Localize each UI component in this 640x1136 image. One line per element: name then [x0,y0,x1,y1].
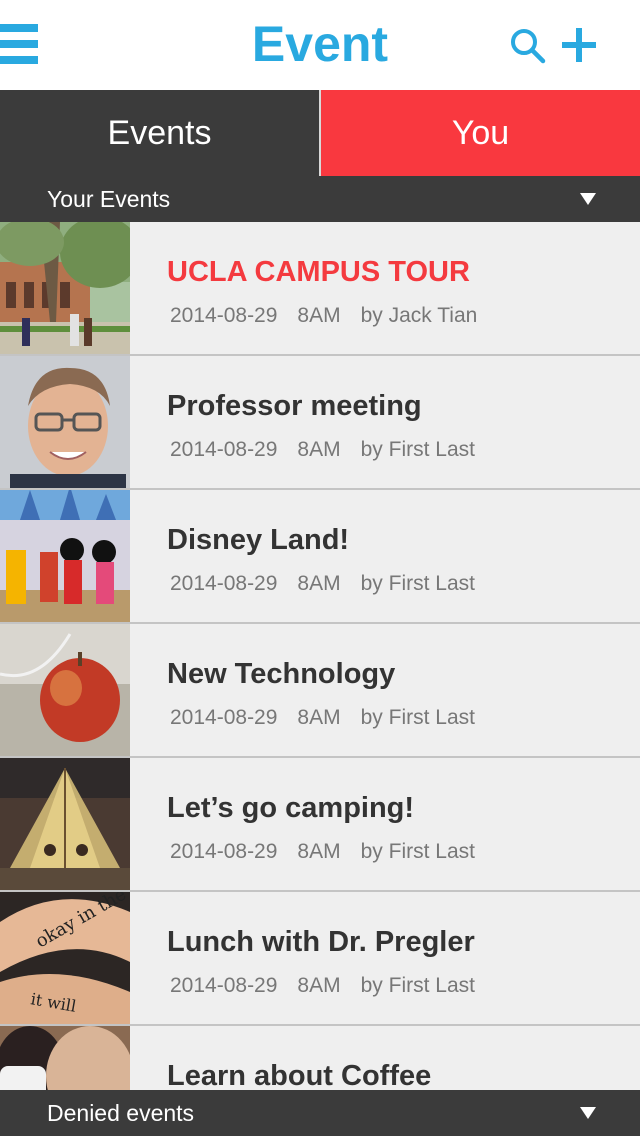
event-meta: 2014-08-29 8AM by First Last [170,840,495,864]
event-author: by First Last [360,974,475,997]
apple-photo-thumbnail [0,624,130,756]
event-meta: 2014-08-29 8AM by First Last [170,438,495,462]
campus-photo-thumbnail [0,222,130,354]
chevron-down-icon [580,1107,596,1119]
denied-events-label: Denied events [47,1100,195,1126]
event-item-ucla-campus-tour[interactable]: UCLA CAMPUS TOUR 2014-08-29 8AM by Jack Ti… [0,222,640,356]
event-time: 8AM [297,304,341,327]
header-bar: Event [0,0,640,90]
event-author: by First Last [360,706,475,729]
event-date: 2014-08-29 [170,438,278,461]
your-events-dropdown[interactable]: Your Events [0,176,640,222]
event-item-camping[interactable]: Let’s go camping! 2014-08-29 8AM by First … [0,758,640,892]
event-title: New Technology [167,658,396,690]
tab-you[interactable]: You [321,90,640,176]
tab-events[interactable]: Events [0,90,319,176]
event-title: Lunch with Dr. Pregler [167,926,475,958]
event-meta: 2014-08-29 8AM by First Last [170,974,495,998]
event-time: 8AM [297,840,341,863]
event-meta: 2014-08-29 8AM by First Last [170,572,495,596]
disney-photo-thumbnail [0,490,130,622]
event-item-learn-coffee[interactable]: Learn about Coffee [0,1026,640,1090]
your-events-label: Your Events [47,186,171,212]
hands-photo-thumbnail: okay in the it will [0,892,130,1024]
event-date: 2014-08-29 [170,706,278,729]
event-meta: 2014-08-29 8AM by Jack Tian [170,304,497,328]
event-time: 8AM [297,438,341,461]
event-author: by First Last [360,572,475,595]
event-title: Disney Land! [167,524,350,556]
event-meta: 2014-08-29 8AM by First Last [170,706,495,730]
coffee-photo-thumbnail [0,1026,130,1090]
event-time: 8AM [297,706,341,729]
event-time: 8AM [297,572,341,595]
event-title: Learn about Coffee [167,1060,432,1090]
event-time: 8AM [297,974,341,997]
event-item-disney-land[interactable]: Disney Land! 2014-08-29 8AM by First Last [0,490,640,624]
add-icon[interactable] [560,26,598,64]
denied-events-dropdown[interactable]: Denied events [0,1090,640,1136]
event-date: 2014-08-29 [170,840,278,863]
event-author: by First Last [360,840,475,863]
event-title: Let’s go camping! [167,792,415,824]
event-item-professor-meeting[interactable]: Professor meeting 2014-08-29 8AM by First … [0,356,640,490]
tab-bar: Events You [0,90,640,176]
event-list: UCLA CAMPUS TOUR 2014-08-29 8AM by Jack Ti… [0,222,640,1090]
event-item-new-technology[interactable]: New Technology 2014-08-29 8AM by First Las… [0,624,640,758]
event-title: Professor meeting [167,390,422,422]
event-date: 2014-08-29 [170,304,278,327]
event-author: by Jack Tian [360,304,478,327]
event-date: 2014-08-29 [170,974,278,997]
event-title: UCLA CAMPUS TOUR [167,256,470,288]
event-item-lunch-pregler[interactable]: okay in the it will Lunch with Dr. Pregl… [0,892,640,1026]
event-author: by First Last [360,438,475,461]
search-icon[interactable] [508,26,548,66]
camping-photo-thumbnail [0,758,130,890]
chevron-down-icon [580,193,596,205]
professor-photo-thumbnail [0,356,130,488]
event-date: 2014-08-29 [170,572,278,595]
